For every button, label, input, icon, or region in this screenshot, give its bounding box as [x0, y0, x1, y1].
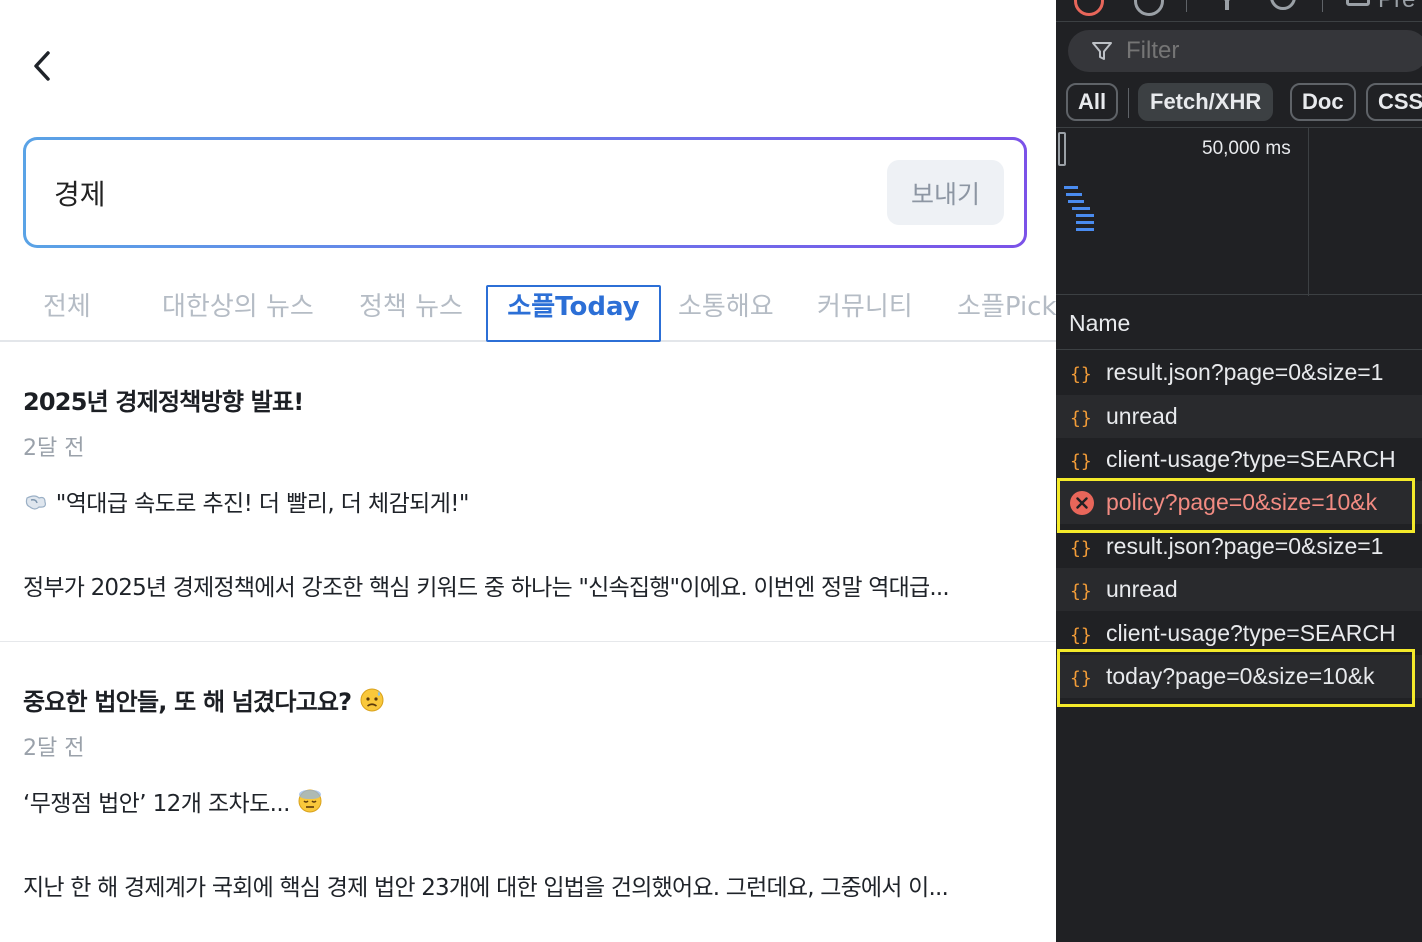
post-title: 중요한 법안들, 또 해 넘겼다고요?	[23, 682, 385, 717]
tab-all[interactable]: 전체	[43, 285, 91, 342]
json-request-icon: {}	[1070, 451, 1092, 472]
downcast-sweat-emoji-icon	[298, 789, 322, 813]
list-item[interactable]: 중요한 법안들, 또 해 넘겼다고요? 2달 전 ‘무쟁점 법안’ 12개 조차…	[0, 670, 1056, 942]
post-headline: ‘무쟁점 법안’ 12개 조차도...	[23, 784, 323, 818]
overview-divider	[1308, 128, 1309, 296]
request-row[interactable]: {} result.json?page=0&size=1	[1056, 351, 1422, 394]
request-row[interactable]: {} unread	[1056, 395, 1422, 438]
waterfall-bars	[1064, 186, 1094, 231]
request-name: today?page=0&size=10&k	[1106, 663, 1375, 689]
post-title: 2025년 경제정책방향 발표!	[23, 388, 304, 416]
network-overview[interactable]: 50,000 ms	[1056, 127, 1422, 296]
overview-time-label: 50,000 ms	[1202, 138, 1291, 159]
svg-text:{}: {}	[1070, 451, 1092, 472]
post-headline-text: "역대급 속도로 추진! 더 빨리, 더 체감되게!"	[55, 491, 470, 517]
json-request-icon: {}	[1070, 538, 1092, 559]
request-row[interactable]: {} client-usage?type=SEARCH	[1056, 612, 1422, 655]
request-name: client-usage?type=SEARCH	[1106, 620, 1396, 646]
clear-icon[interactable]	[1134, 0, 1164, 16]
request-name: policy?page=0&size=10&k	[1106, 489, 1378, 515]
toolbar-divider	[1186, 0, 1187, 12]
svg-text:{}: {}	[1070, 408, 1092, 429]
request-name: client-usage?type=SEARCH	[1106, 446, 1396, 472]
error-icon	[1070, 491, 1094, 515]
svg-text:{}: {}	[1070, 625, 1092, 646]
filter-bar	[1068, 30, 1422, 72]
request-name: result.json?page=0&size=1	[1106, 359, 1384, 385]
tab-communication[interactable]: 소통해요	[678, 285, 774, 342]
request-row[interactable]: {} result.json?page=0&size=1	[1056, 525, 1422, 568]
category-tabs: 전체 대한상의 뉴스 정책 뉴스 소플Today 소통해요 커뮤니티 소플Pic…	[0, 285, 1056, 342]
preserve-log-checkbox[interactable]	[1346, 0, 1370, 6]
overview-handle[interactable]	[1058, 132, 1066, 166]
json-request-icon: {}	[1070, 364, 1092, 385]
svg-text:{}: {}	[1070, 581, 1092, 602]
tab-sople-today[interactable]: 소플Today	[486, 285, 661, 342]
back-button[interactable]	[22, 44, 62, 88]
type-filter-css[interactable]: CSS	[1366, 83, 1422, 121]
tab-community[interactable]: 커뮤니티	[817, 285, 913, 342]
dash-emoji-icon	[25, 495, 46, 510]
search-icon[interactable]	[1270, 0, 1296, 10]
post-excerpt: 정부가 2025년 경제정책에서 강조한 핵심 키워드 중 하나는 "신속집행"…	[23, 575, 950, 601]
request-row[interactable]: {} today?page=0&size=10&k	[1056, 655, 1422, 698]
preserve-log-label: Pre	[1378, 0, 1415, 14]
post-title-text: 중요한 법안들, 또 해 넘겼다고요?	[23, 688, 352, 716]
request-name: result.json?page=0&size=1	[1106, 533, 1384, 559]
json-request-icon: {}	[1070, 668, 1092, 689]
app-panel: 보내기 전체 대한상의 뉴스 정책 뉴스 소플Today 소통해요 커뮤니티 소…	[0, 0, 1056, 942]
list-item[interactable]: 2025년 경제정책방향 발표! 2달 전 "역대급 속도로 추진! 더 빨리,…	[0, 370, 1056, 642]
filter-input[interactable]	[1126, 35, 1406, 67]
sad-sweat-emoji-icon	[360, 688, 384, 712]
post-excerpt: 지난 한 해 경제계가 국회에 핵심 경제 법안 23개에 대한 입법을 건의했…	[23, 875, 949, 901]
type-filter-doc[interactable]: Doc	[1290, 83, 1356, 121]
record-icon[interactable]	[1074, 0, 1104, 16]
tab-chamber-news[interactable]: 대한상의 뉴스	[162, 285, 314, 342]
toolbar-divider	[1322, 0, 1323, 12]
type-filter-divider	[1128, 88, 1129, 118]
search-input[interactable]	[54, 160, 854, 226]
post-headline: "역대급 속도로 추진! 더 빨리, 더 체감되게!"	[23, 484, 469, 518]
send-button[interactable]: 보내기	[887, 160, 1004, 225]
search-box: 보내기	[23, 137, 1027, 248]
svg-text:{}: {}	[1070, 538, 1092, 559]
type-filter-all[interactable]: All	[1066, 83, 1118, 121]
json-request-icon: {}	[1070, 625, 1092, 646]
post-headline-text: ‘무쟁점 법안’ 12개 조차도...	[23, 791, 290, 817]
request-row[interactable]: {} client-usage?type=SEARCH	[1056, 438, 1422, 481]
svg-text:{}: {}	[1070, 668, 1092, 689]
json-request-icon: {}	[1070, 581, 1092, 602]
request-name: unread	[1106, 576, 1178, 602]
tab-policy-news[interactable]: 정책 뉴스	[359, 285, 463, 342]
post-date: 2달 전	[23, 736, 85, 761]
devtools-network-panel: Pre All Fetch/XHR Doc CSS 50,000 ms Name…	[1056, 0, 1422, 942]
request-name: unread	[1106, 403, 1178, 429]
tab-sople-pick[interactable]: 소플Pick	[957, 285, 1056, 342]
filter-toggle-icon[interactable]	[1216, 0, 1238, 10]
name-column-header[interactable]: Name	[1056, 296, 1422, 350]
type-filter-fetch-xhr[interactable]: Fetch/XHR	[1138, 83, 1274, 121]
request-row[interactable]: {} unread	[1056, 568, 1422, 611]
json-request-icon: {}	[1070, 408, 1092, 429]
request-row-error[interactable]: policy?page=0&size=10&k	[1056, 481, 1422, 524]
post-date: 2달 전	[23, 436, 85, 461]
chevron-left-icon	[34, 51, 50, 81]
svg-text:{}: {}	[1070, 364, 1092, 385]
devtools-toolbar: Pre	[1056, 0, 1422, 22]
filter-icon	[1092, 42, 1112, 60]
